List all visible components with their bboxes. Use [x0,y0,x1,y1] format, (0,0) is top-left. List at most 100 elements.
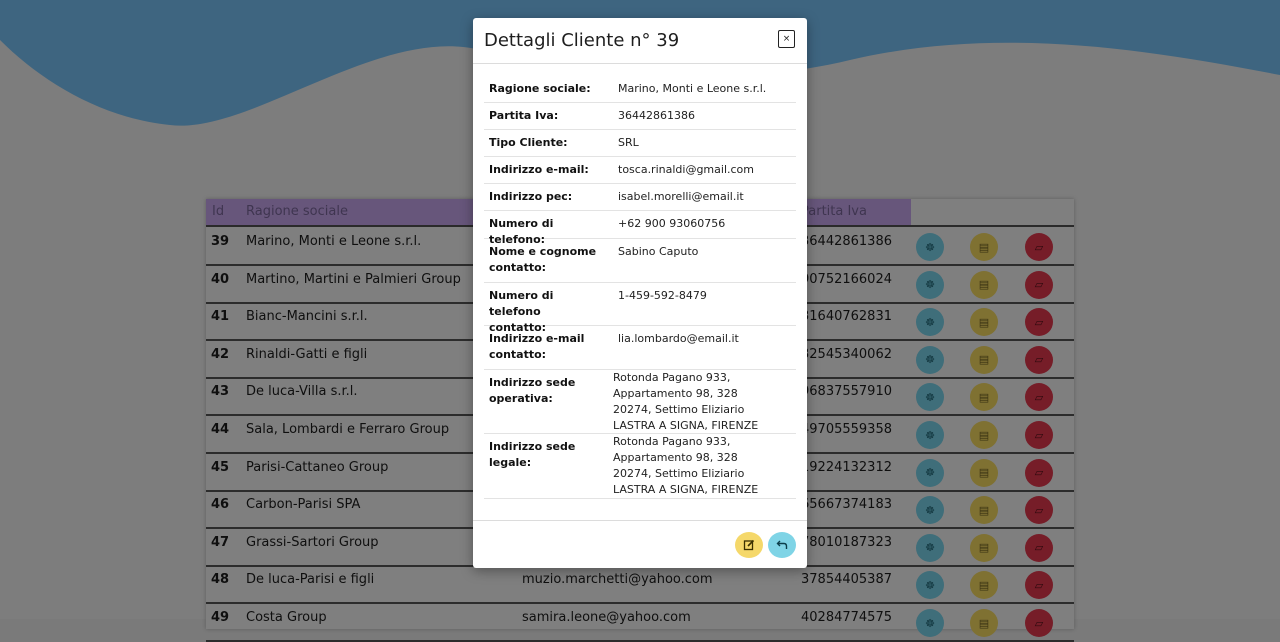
edit-icon [743,539,755,551]
back-button[interactable] [768,532,796,558]
trash-icon: ▱ [1034,578,1044,592]
list-icon: ▤ [978,578,990,592]
edit-client-button[interactable]: ▤ [970,496,998,525]
cell-id: 44 [211,422,230,437]
cell-id: 49 [211,610,230,625]
cell-id: 46 [211,497,230,513]
edit-client-button[interactable]: ▤ [970,609,998,637]
detail-value: 1-459-592-8479 [618,289,707,302]
cell-ragione-sociale: Parisi-Cattaneo Group [246,459,389,475]
delete-client-button[interactable]: ▱ [1025,345,1053,374]
view-client-button[interactable]: ☸ [916,496,944,525]
edit-client-button[interactable]: ▤ [970,383,998,412]
cell-ragione-sociale: Carbon-Parisi SPA [246,497,361,513]
trash-icon: ▱ [1034,503,1044,517]
close-button[interactable]: × [778,30,795,48]
edit-client-button[interactable]: ▤ [970,308,998,337]
detail-row-sede-operativa: Indirizzo sede operativa: Rotonda Pagano… [484,369,796,434]
delete-client-button[interactable]: ▱ [1025,270,1053,299]
detail-value: Marino, Monti e Leone s.r.l. [618,82,767,95]
delete-client-button[interactable]: ▱ [1025,533,1053,562]
edit-client-button[interactable]: ▤ [970,421,998,449]
view-client-button[interactable]: ☸ [916,533,944,562]
edit-client-button[interactable]: ▤ [970,270,998,299]
cell-ragione-sociale: Costa Group [246,610,327,625]
view-icon: ☸ [925,503,935,517]
cell-ragione-sociale: De luca-Villa s.r.l. [246,384,358,400]
detail-label: Indirizzo e-mail contatto: [489,332,585,361]
detail-value: SRL [618,136,639,149]
view-client-button[interactable]: ☸ [916,458,944,487]
modal-header: Dettagli Cliente n° 39 × [473,18,807,64]
delete-client-button[interactable]: ▱ [1025,383,1053,412]
trash-icon: ▱ [1034,616,1044,630]
detail-value: isabel.morelli@email.it [618,190,744,203]
cell-ragione-sociale: Sala, Lombardi e Ferraro Group [246,422,450,437]
detail-value: 36442861386 [618,109,695,122]
delete-client-button[interactable]: ▱ [1025,571,1053,600]
delete-client-button[interactable]: ▱ [1025,421,1053,449]
delete-client-button[interactable]: ▱ [1025,233,1053,261]
cell-email: samira.leone@yahoo.com [522,610,691,625]
cell-id: 41 [211,309,230,325]
detail-row-sede-legale: Indirizzo sede legale: Rotonda Pagano 93… [484,433,796,499]
view-icon: ☸ [925,578,935,592]
cell-ragione-sociale: Grassi-Sartori Group [246,534,379,550]
delete-client-button[interactable]: ▱ [1025,308,1053,337]
edit-client-button[interactable]: ▤ [970,533,998,562]
undo-icon [776,540,788,549]
edit-client-button[interactable]: ▤ [970,233,998,261]
view-icon: ☸ [925,240,935,254]
view-client-button[interactable]: ☸ [916,233,944,261]
cell-ragione-sociale: De luca-Parisi e figli [246,572,375,588]
detail-value: +62 900 93060756 [618,217,726,230]
edit-client-button[interactable]: ▤ [970,458,998,487]
list-icon: ▤ [978,466,990,480]
cell-partita-iva: 49705559358 [801,422,892,437]
edit-client-button[interactable]: ▤ [970,345,998,374]
trash-icon: ▱ [1034,541,1044,555]
cell-partita-iva: 78010187323 [801,534,892,550]
detail-label: Partita Iva: [489,109,559,122]
cell-id: 48 [211,572,230,588]
detail-row-nome-contatto: Nome e cognome contatto: Sabino Caputo [484,238,796,283]
view-client-button[interactable]: ☸ [916,421,944,449]
cell-ragione-sociale: Bianc-Mancini s.r.l. [246,309,368,325]
trash-icon: ▱ [1034,353,1044,367]
detail-label: Indirizzo pec: [489,190,573,203]
cell-partita-iva: 19224132312 [801,459,892,475]
view-client-button[interactable]: ☸ [916,571,944,600]
detail-row-telefono-contatto: Numero di telefono contatto: 1-459-592-8… [484,282,796,334]
detail-row-ragione-sociale: Ragione sociale: Marino, Monti e Leone s… [484,75,796,103]
list-icon: ▤ [978,616,990,630]
trash-icon: ▱ [1034,466,1044,480]
delete-client-button[interactable]: ▱ [1025,609,1053,637]
view-icon: ☸ [925,616,935,630]
detail-value: Rotonda Pagano 933, Appartamento 98, 328… [613,371,759,432]
view-client-button[interactable]: ☸ [916,383,944,412]
header-ragione-sociale: Ragione sociale [246,204,348,219]
view-client-button[interactable]: ☸ [916,308,944,337]
edit-client-button[interactable]: ▤ [970,571,998,600]
view-client-button[interactable]: ☸ [916,345,944,374]
delete-client-button[interactable]: ▱ [1025,458,1053,487]
detail-label: Nome e cognome contatto: [489,245,597,274]
detail-value: Rotonda Pagano 933, Appartamento 98, 328… [613,435,759,496]
detail-row-partita-iva: Partita Iva: 36442861386 [484,102,796,130]
trash-icon: ▱ [1034,240,1044,254]
header-id: Id [212,204,225,219]
delete-client-button[interactable]: ▱ [1025,496,1053,525]
view-client-button[interactable]: ☸ [916,270,944,299]
list-icon: ▤ [978,240,990,254]
list-icon: ▤ [978,428,990,442]
view-client-button[interactable]: ☸ [916,609,944,637]
cell-partita-iva: 36442861386 [801,234,892,249]
list-icon: ▤ [978,353,990,367]
detail-value: lia.lombardo@email.it [618,332,739,345]
view-icon: ☸ [925,278,935,292]
detail-row-email-contatto: Indirizzo e-mail contatto: lia.lombardo@… [484,325,796,370]
cell-partita-iva: 65667374183 [801,497,892,513]
edit-client-button[interactable] [735,532,763,558]
view-icon: ☸ [925,315,935,329]
detail-row-telefono: Numero di telefono: +62 900 93060756 [484,210,796,246]
